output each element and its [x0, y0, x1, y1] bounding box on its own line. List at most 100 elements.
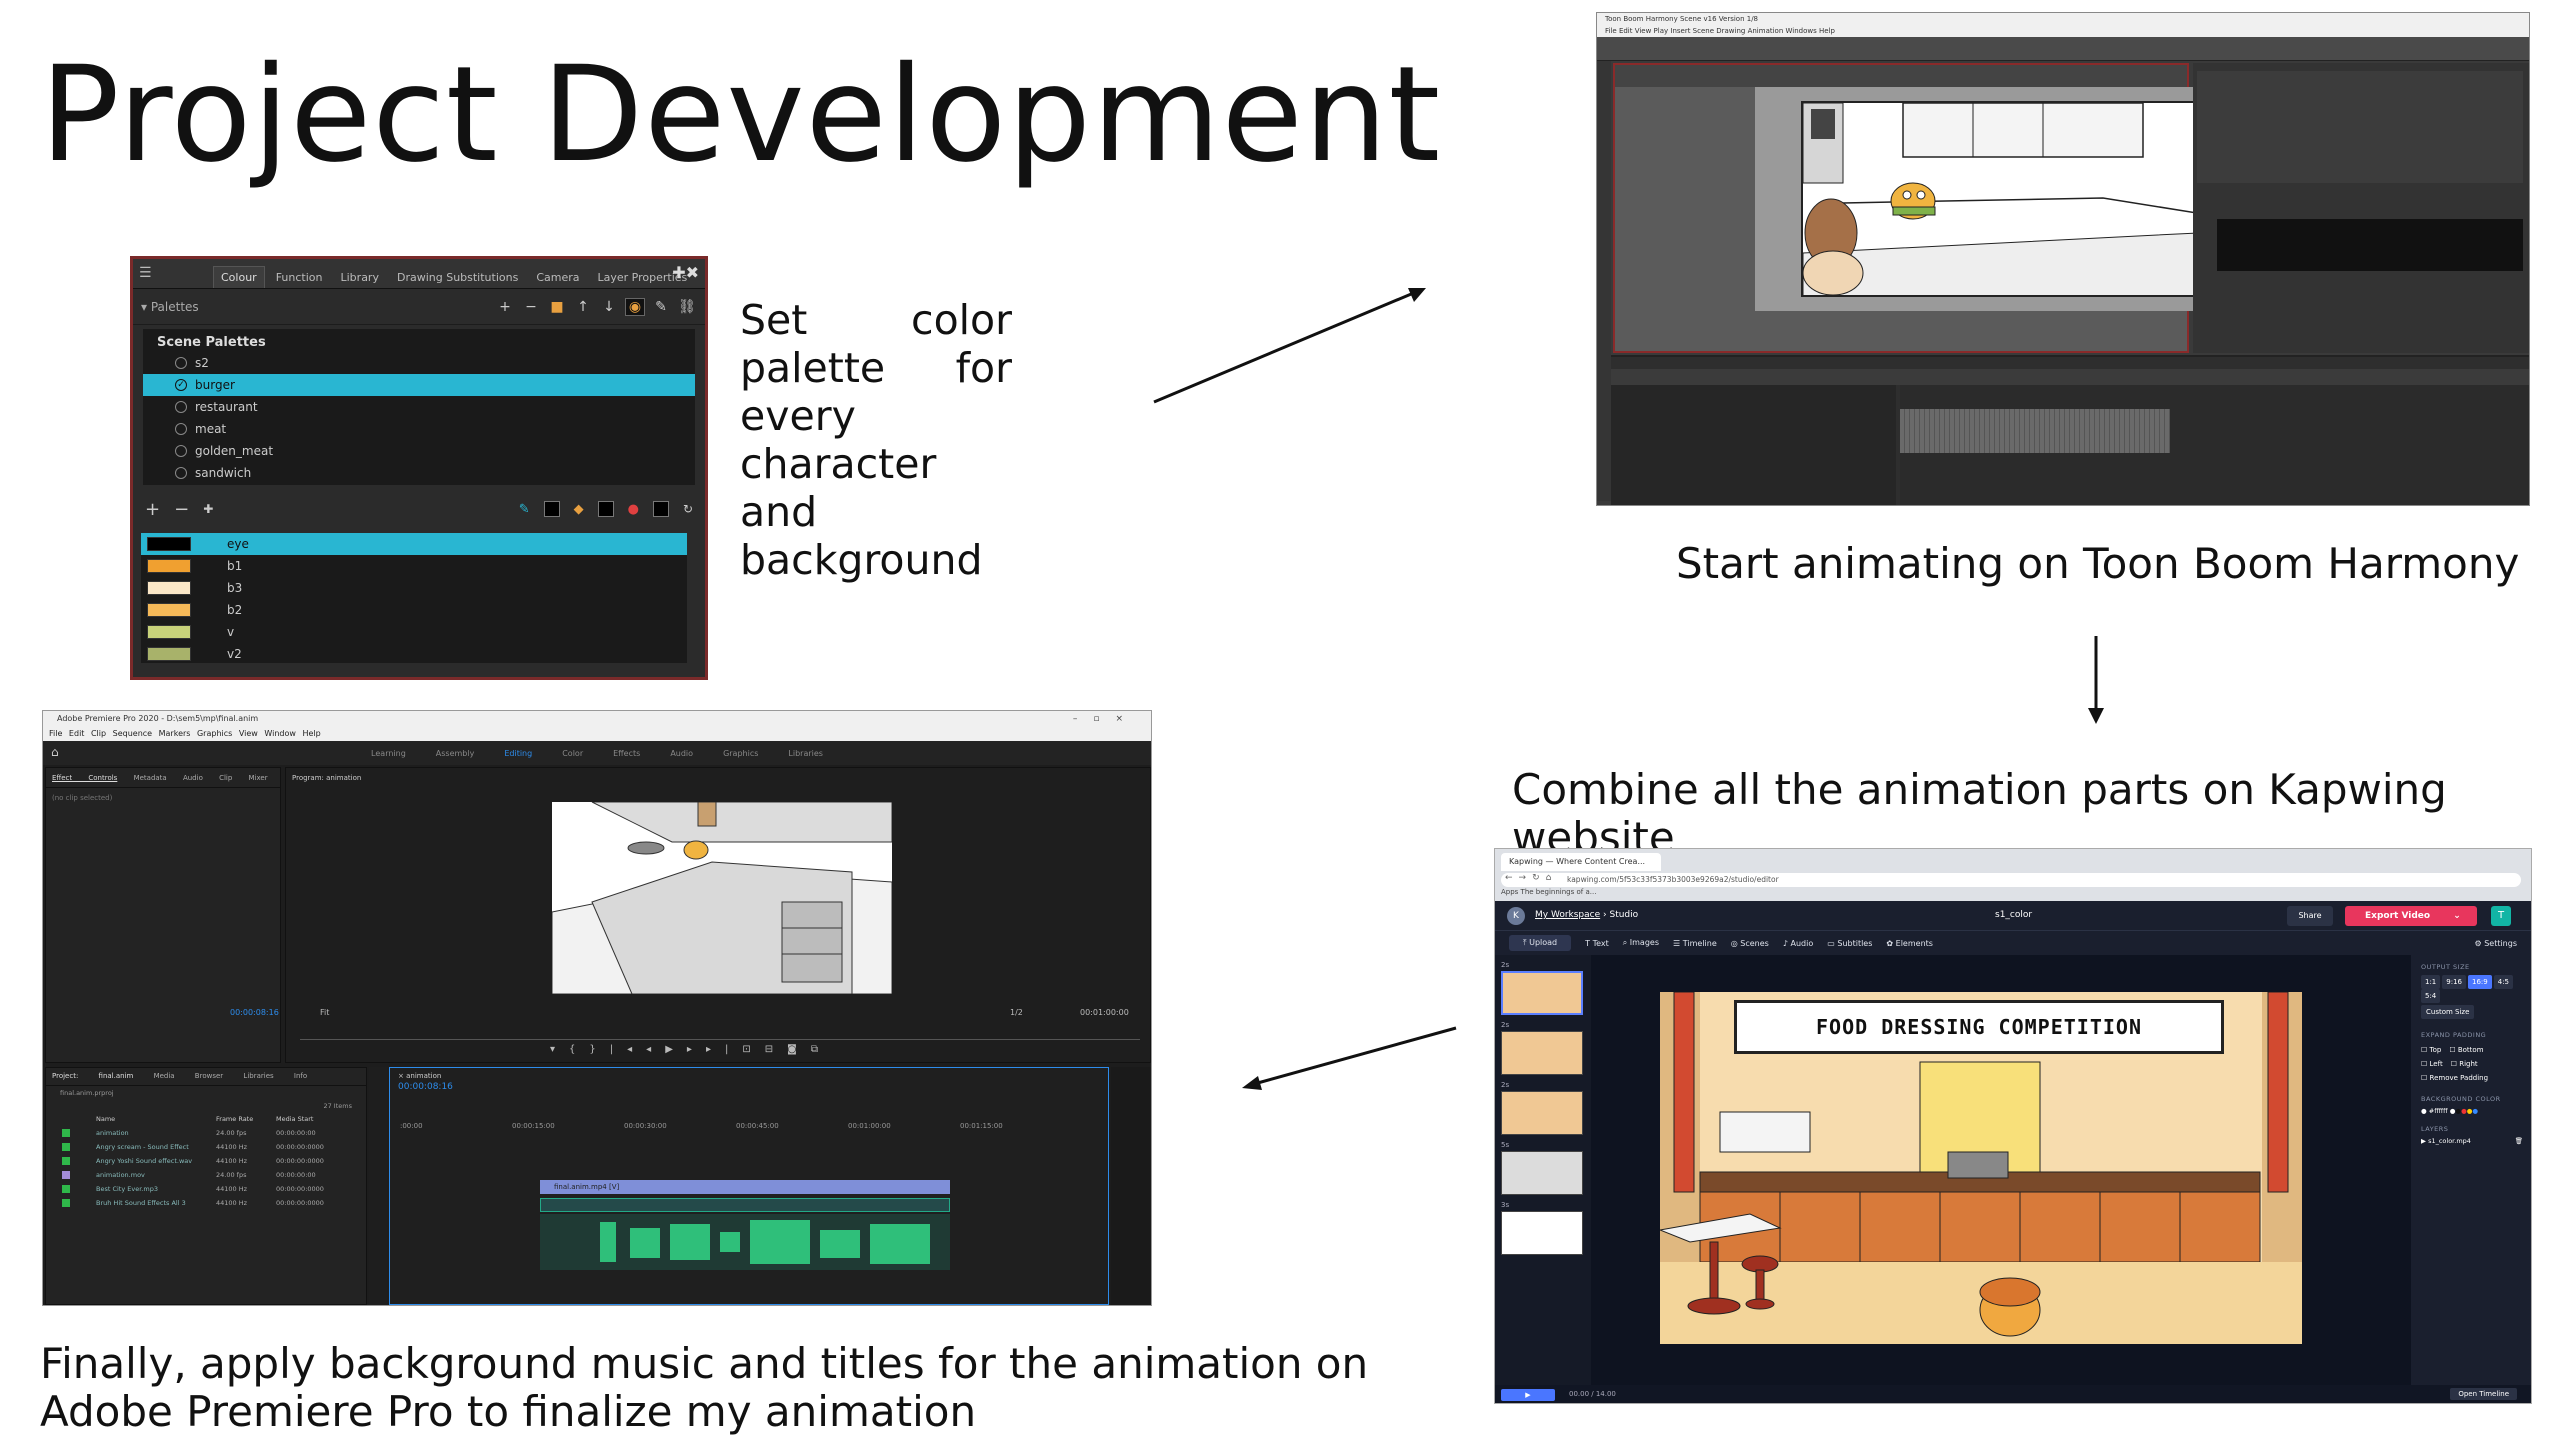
refresh-icon[interactable]: ↻ — [683, 502, 693, 516]
bookmarks-bar[interactable]: Apps The beginnings of a... — [1501, 888, 1596, 896]
colour-swatch-row[interactable]: v — [141, 621, 687, 643]
upload-button[interactable]: ⤒ Upload — [1509, 935, 1572, 951]
palette-icon[interactable]: ◉ — [625, 297, 645, 316]
program-scrubber[interactable] — [300, 1030, 1140, 1040]
tab-project[interactable]: Project: final.anim — [52, 1072, 133, 1080]
tab-library[interactable]: Library — [334, 267, 386, 288]
timeline-tab[interactable]: × animation — [390, 1068, 1108, 1084]
tab-colour[interactable]: Colour — [213, 266, 265, 288]
in-icon[interactable]: { — [569, 1044, 589, 1055]
workspace-tab[interactable]: Graphics — [723, 749, 758, 758]
colour-swatch-row[interactable]: b3 — [141, 577, 687, 599]
ratio-16-9[interactable]: 16:9 — [2468, 975, 2492, 989]
ratio-4-5[interactable]: 4:5 — [2493, 975, 2513, 989]
add-icon[interactable]: + — [495, 299, 515, 315]
ratio-9-16[interactable]: 9:16 — [2442, 975, 2466, 989]
padding-left-checkbox[interactable]: ☐ Left — [2421, 1060, 2443, 1068]
move-up-icon[interactable]: ↑ — [573, 299, 593, 315]
pencil-icon[interactable]: ✎ — [519, 502, 530, 517]
timeline-button[interactable]: ☰ Timeline — [1673, 939, 1717, 948]
colour-swatch-row[interactable]: eye — [141, 533, 687, 555]
timeline-timecode[interactable]: 00:00:08:16 — [398, 1082, 453, 1092]
gradient-icon[interactable]: ✚ — [203, 502, 213, 516]
project-item-row[interactable]: Angry Yoshi Sound effect.wav 44100 Hz 00:0… — [46, 1154, 366, 1168]
settings-button[interactable]: ⚙ Settings — [2474, 939, 2517, 948]
project-item-row[interactable]: animation 24.00 fps 00:00:00:00 — [46, 1126, 366, 1140]
tab-media-browser[interactable]: Media Browser — [154, 1072, 224, 1080]
workspace-tab[interactable]: Editing — [504, 749, 532, 758]
elements-button[interactable]: ✿ Elements — [1886, 939, 1933, 948]
program-timecode[interactable]: 00:00:08:16 — [230, 1008, 279, 1017]
home-icon[interactable]: ⌂ — [1546, 873, 1558, 883]
scene-thumbnail[interactable] — [1501, 971, 1583, 1015]
workspace-tab[interactable]: Learning — [371, 749, 406, 758]
move-down-icon[interactable]: ↓ — [599, 299, 619, 315]
tab-function[interactable]: Function — [269, 267, 330, 288]
workspace-link[interactable]: My Workspace — [1535, 910, 1600, 920]
reload-icon[interactable]: ↻ — [1532, 873, 1546, 883]
workspace-tab[interactable]: Audio — [670, 749, 693, 758]
remove-icon[interactable]: − — [521, 299, 541, 315]
col-name[interactable]: Name — [96, 1115, 216, 1123]
go-out-icon[interactable]: ▸| — [706, 1044, 742, 1055]
go-in-icon[interactable]: |◂ — [610, 1044, 646, 1055]
back-icon[interactable]: ← — [1505, 873, 1519, 883]
col-media-start[interactable]: Media Start — [276, 1115, 313, 1123]
workspace-tab[interactable]: Libraries — [788, 749, 823, 758]
home-icon[interactable]: ⌂ — [51, 745, 59, 759]
lift-icon[interactable]: ⊡ — [742, 1044, 764, 1055]
scene-thumbnail[interactable] — [1501, 1091, 1583, 1135]
project-item-row[interactable]: Best City Ever.mp3 44100 Hz 00:00:00:0000 — [46, 1182, 366, 1196]
project-item-row[interactable]: animation.mov 24.00 fps 00:00:00:00 — [46, 1168, 366, 1182]
compare-icon[interactable]: ⧉ — [811, 1044, 832, 1055]
extract-icon[interactable]: ⊟ — [765, 1044, 787, 1055]
url-bar[interactable]: kapwing.com/5f53c33f5373b3003e9269a2/stu… — [1501, 873, 2521, 887]
ratio-1-1[interactable]: 1:1 — [2421, 975, 2441, 989]
text-button[interactable]: T Text — [1585, 939, 1609, 948]
audio-clip[interactable] — [540, 1198, 950, 1212]
program-quality[interactable]: 1/2 — [1010, 1008, 1023, 1017]
program-tab[interactable]: Program: animation — [286, 768, 1150, 788]
step-back-icon[interactable]: ◂ — [646, 1044, 665, 1055]
project-item-row[interactable]: Bruh Hit Sound Effects All 3 44100 Hz 00:0… — [46, 1196, 366, 1210]
colour-swatch-row[interactable]: b1 — [141, 555, 687, 577]
marker-icon[interactable]: ▾ — [550, 1044, 569, 1055]
ratio-5-4[interactable]: 5:4 — [2421, 989, 2441, 1003]
project-item-row[interactable]: Angry scream - Sound Effect 44100 Hz 00:00… — [46, 1140, 366, 1154]
padding-top-checkbox[interactable]: ☐ Top — [2421, 1046, 2441, 1054]
chevron-down-icon[interactable]: ⌄ — [2453, 911, 2461, 921]
trash-icon[interactable]: 🗑 — [2515, 1137, 2523, 1145]
remove-colour-icon[interactable]: − — [174, 499, 189, 520]
play-button[interactable]: ▶ — [1501, 1389, 1555, 1401]
workspace-tab[interactable]: Effects — [613, 749, 640, 758]
palette-item-selected[interactable]: ✓ burger — [143, 374, 695, 396]
tab-libraries[interactable]: Libraries — [243, 1072, 273, 1080]
audio-button[interactable]: ♪ Audio — [1783, 939, 1813, 948]
palette-item[interactable]: meat — [143, 418, 695, 440]
add-colour-icon[interactable]: + — [145, 499, 160, 520]
tab-camera[interactable]: Camera — [529, 267, 586, 288]
brush-icon[interactable]: ✎ — [651, 299, 671, 315]
tab-info[interactable]: Info — [294, 1072, 307, 1080]
close-icon[interactable]: ✚✖ — [672, 263, 699, 282]
share-button[interactable]: Share — [2287, 906, 2333, 926]
workspace-tab[interactable]: Assembly — [436, 749, 475, 758]
link-icon[interactable]: ⛓ — [677, 299, 697, 315]
padding-bottom-checkbox[interactable]: ☐ Bottom — [2449, 1046, 2483, 1054]
file-name[interactable]: s1_color — [1995, 910, 2032, 920]
bucket-icon[interactable]: ◆ — [574, 502, 584, 517]
paint-icon[interactable]: ● — [628, 502, 639, 517]
palette-item[interactable]: s2 — [143, 352, 695, 374]
scene-thumbnail[interactable] — [1501, 1031, 1583, 1075]
scene-thumbnail[interactable] — [1501, 1151, 1583, 1195]
images-button[interactable]: ⌕ Images — [1623, 938, 1659, 948]
remove-padding-checkbox[interactable]: ☐ Remove Padding — [2421, 1074, 2488, 1082]
workspace-tab[interactable]: Color — [562, 749, 583, 758]
kapwing-logo-icon[interactable]: K — [1507, 907, 1525, 925]
col-frame-rate[interactable]: Frame Rate — [216, 1115, 276, 1123]
colour-swatch-row[interactable]: b2 — [141, 599, 687, 621]
custom-size-button[interactable]: Custom Size — [2421, 1005, 2475, 1019]
out-icon[interactable]: } — [589, 1044, 609, 1055]
folder-icon[interactable]: ■ — [547, 299, 567, 315]
subtitles-button[interactable]: ▭ Subtitles — [1827, 939, 1872, 948]
